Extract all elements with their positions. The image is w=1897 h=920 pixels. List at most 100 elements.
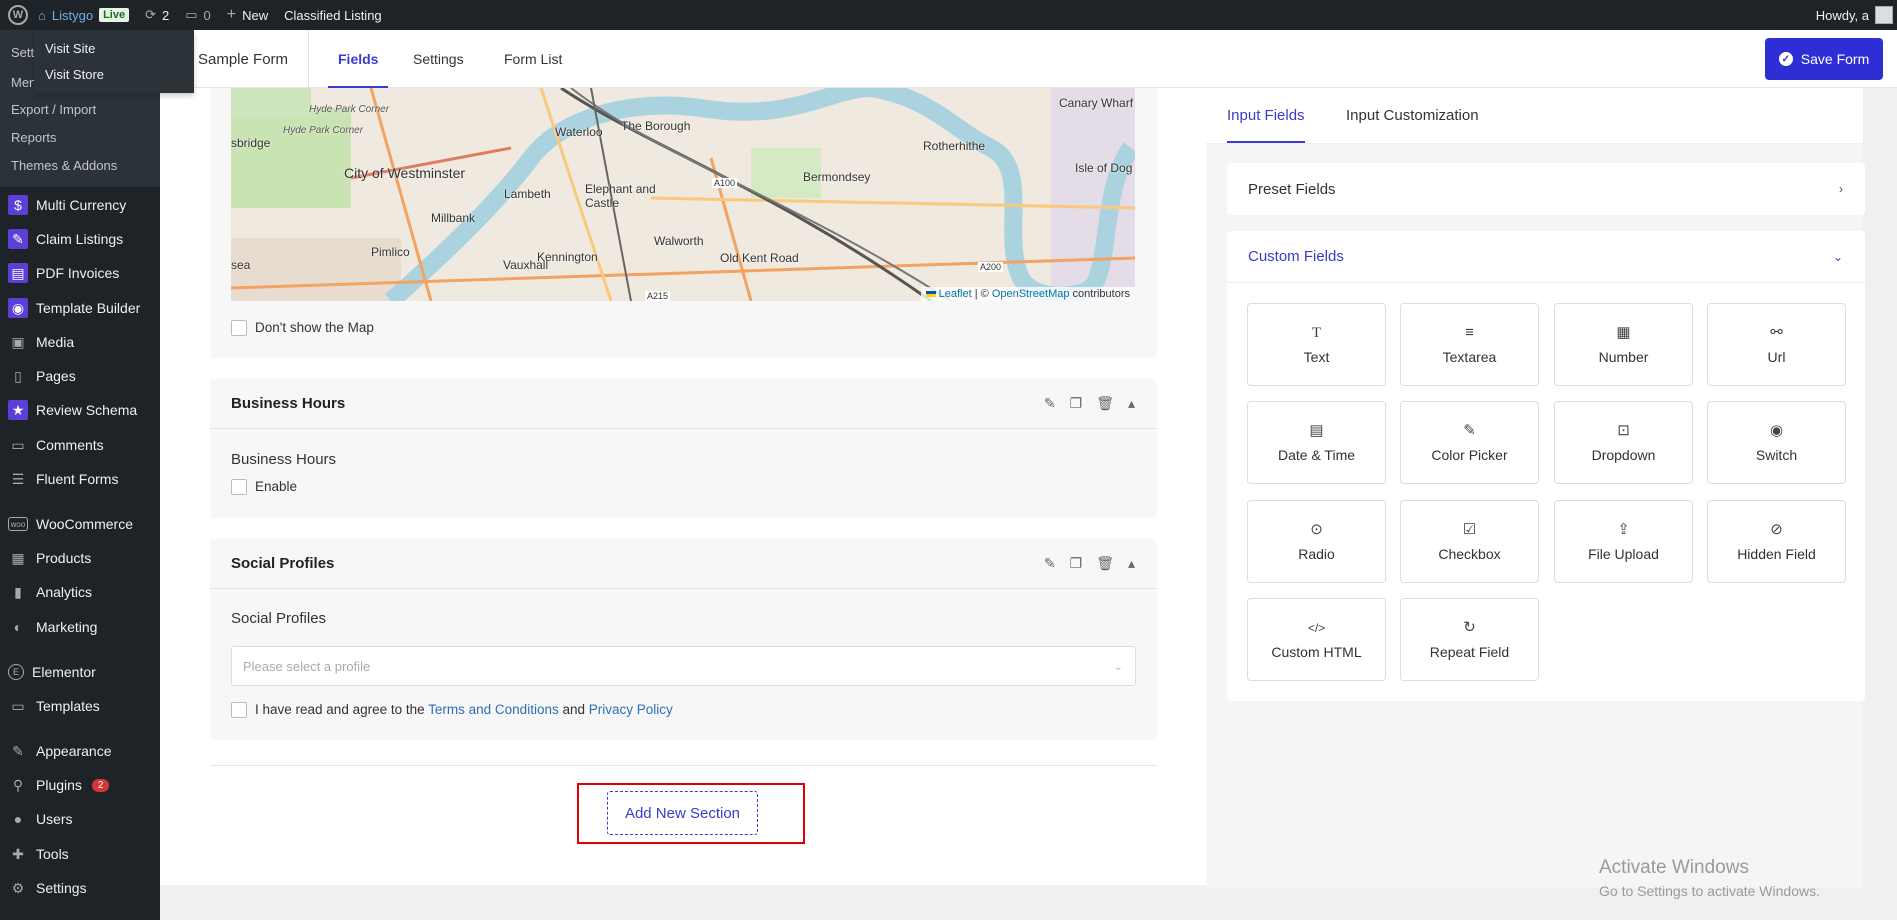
add-new-section-button[interactable]: Add New Section (607, 791, 758, 835)
field-tile-number[interactable]: ▦ Number (1554, 303, 1693, 386)
field-tile-date-time[interactable]: ▤ Date & Time (1247, 401, 1386, 484)
sidebar-item-marketing[interactable]: ◐ Marketing (0, 612, 160, 642)
classified-listing-button[interactable]: Classified Listing (276, 0, 390, 30)
sidebar-item-woocommerce[interactable]: woo WooCommerce (0, 509, 160, 539)
business-hours-section: Business Hours ✎ ❐ 🗑 ▴ Business Hours En… (210, 379, 1157, 518)
tab-fields[interactable]: Fields (327, 30, 390, 88)
terms-checkbox[interactable] (231, 702, 247, 718)
calendar-icon: ▤ (1309, 421, 1324, 439)
tab-input-fields[interactable]: Input Fields (1227, 88, 1305, 143)
field-tile-dropdown[interactable]: ⊡ Dropdown (1554, 401, 1693, 484)
trash-icon[interactable]: 🗑 (1096, 395, 1114, 412)
sidebar-item-comments[interactable]: ▭ Comments (0, 430, 160, 460)
tools-icon: ✚ (12, 845, 24, 862)
tile-label: Switch (1755, 446, 1798, 463)
sidebar-item-pages[interactable]: ▯ Pages (0, 361, 160, 391)
save-form-label: Save Form (1800, 51, 1870, 67)
submenu-item-reports[interactable]: Reports (11, 130, 57, 145)
field-tile-checkbox[interactable]: ☑ Checkbox (1400, 500, 1539, 583)
map-view[interactable]: Hyde Park Corner Hyde Park Corner sbridg… (231, 88, 1135, 301)
openstreetmap-link[interactable]: OpenStreetMap (992, 288, 1070, 300)
comments-button[interactable]: ▭ 0 (177, 0, 219, 30)
sidebar-item-label: Appearance (36, 743, 112, 759)
field-tile-custom-html[interactable]: </> Custom HTML (1247, 598, 1386, 681)
terms-link[interactable]: Terms and Conditions (428, 702, 559, 717)
sidebar-item-users[interactable]: ● Users (0, 804, 160, 834)
field-tile-textarea[interactable]: ≡ Textarea (1400, 303, 1539, 386)
map-label: sea (231, 258, 251, 272)
wordpress-logo-button[interactable]: W (0, 0, 36, 30)
field-tile-radio[interactable]: ⊙ Radio (1247, 500, 1386, 583)
sidebar-item-label: Multi Currency (36, 197, 127, 213)
field-tile-repeat-field[interactable]: ↻ Repeat Field (1400, 598, 1539, 681)
sidebar-item-elementor[interactable]: E Elementor (0, 657, 160, 687)
sidebar-item-multi-currency[interactable]: $ Multi Currency (0, 190, 160, 220)
radio-icon: ⊙ (1310, 520, 1323, 538)
field-tile-url[interactable]: ⚯ Url (1707, 303, 1846, 386)
windows-activation-watermark: Activate Windows Go to Settings to activ… (1599, 857, 1820, 899)
tile-label: Date & Time (1277, 446, 1356, 463)
submenu-item[interactable]: Sett (11, 45, 34, 60)
sidebar-item-media[interactable]: ▣ Media (0, 327, 160, 357)
sidebar-item-label: Plugins (36, 777, 82, 793)
sidebar-item-templates[interactable]: ▭ Templates (0, 691, 160, 721)
my-account-button[interactable]: Howdy, a (1816, 0, 1897, 30)
visit-store-link[interactable]: Visit Store (34, 62, 194, 88)
tile-label: File Upload (1588, 545, 1659, 562)
sidebar-item-tools[interactable]: ✚ Tools (0, 839, 160, 869)
sidebar-item-fluent-forms[interactable]: ☰ Fluent Forms (0, 464, 160, 494)
sidebar-item-plugins[interactable]: ⚲ Plugins 2 (0, 770, 160, 800)
sidebar-item-label: Claim Listings (36, 231, 124, 247)
updates-count: 2 (161, 7, 170, 23)
field-tile-text[interactable]: T Text (1247, 303, 1386, 386)
dropdown-icon: ⊡ (1617, 421, 1630, 439)
submenu-item-export-import[interactable]: Export / Import (11, 102, 96, 117)
site-name: Listygo (51, 7, 94, 23)
map-label: Bermondsey (803, 170, 871, 184)
new-label: New (242, 7, 269, 23)
hide-map-checkbox[interactable] (231, 320, 247, 336)
preset-fields-panel[interactable]: Preset Fields › (1227, 163, 1865, 215)
templates-icon: ▭ (11, 697, 25, 714)
copy-icon[interactable]: ❐ (1070, 555, 1083, 572)
edit-icon[interactable]: ✎ (1044, 555, 1056, 572)
submenu-item-themes-addons[interactable]: Themes & Addons (11, 158, 117, 173)
sidebar-item-products[interactable]: ▦ Products (0, 543, 160, 573)
tab-input-customization[interactable]: Input Customization (1346, 88, 1479, 143)
sidebar-item-claim-listings[interactable]: ✎ Claim Listings (0, 224, 160, 254)
tab-settings[interactable]: Settings (413, 30, 464, 88)
sidebar-item-settings[interactable]: ⚙ Settings (0, 873, 160, 903)
plugins-update-badge: 2 (91, 778, 110, 792)
visit-site-link[interactable]: Visit Site (34, 36, 194, 62)
enable-checkbox[interactable] (231, 479, 247, 495)
submenu-item[interactable]: Men (11, 75, 36, 90)
review-icon: ★ (8, 400, 28, 420)
sidebar-item-template-builder[interactable]: ◉ Template Builder (0, 293, 160, 323)
social-profile-select[interactable]: Please select a profile ⌄ (231, 646, 1136, 686)
field-tile-switch[interactable]: ◉ Switch (1707, 401, 1846, 484)
trash-icon[interactable]: 🗑 (1096, 555, 1114, 572)
live-badge: Live (99, 8, 130, 22)
custom-fields-header[interactable]: Custom Fields ⌄ (1227, 231, 1865, 283)
leaflet-link[interactable]: Leaflet (939, 288, 972, 300)
copy-icon[interactable]: ❐ (1070, 395, 1083, 412)
save-form-button[interactable]: ✓ Save Form (1765, 38, 1883, 80)
tab-form-list[interactable]: Form List (504, 30, 562, 88)
collapse-arrow-icon[interactable]: ▴ (1128, 395, 1135, 412)
sidebar-item-appearance[interactable]: ✎ Appearance (0, 736, 160, 766)
sidebar-item-pdf-invoices[interactable]: ▤ PDF Invoices (0, 258, 160, 288)
sidebar-item-analytics[interactable]: ▮ Analytics (0, 577, 160, 607)
field-tile-hidden-field[interactable]: ⊘ Hidden Field (1707, 500, 1846, 583)
field-tile-file-upload[interactable]: ⇪ File Upload (1554, 500, 1693, 583)
privacy-link[interactable]: Privacy Policy (589, 702, 673, 717)
updates-button[interactable]: ⟳ 2 (137, 0, 177, 30)
new-content-button[interactable]: + New (219, 0, 276, 30)
sidebar-item-review-schema[interactable]: ★ Review Schema (0, 395, 160, 425)
home-icon: ⌂ (38, 7, 46, 23)
field-tile-color-picker[interactable]: ✎ Color Picker (1400, 401, 1539, 484)
edit-icon[interactable]: ✎ (1044, 395, 1056, 412)
collapse-arrow-icon[interactable]: ▴ (1128, 555, 1135, 572)
site-name-button[interactable]: ⌂ Listygo Live (36, 0, 137, 30)
map-label: Millbank (431, 211, 476, 225)
watermark-title: Activate Windows (1599, 857, 1749, 878)
